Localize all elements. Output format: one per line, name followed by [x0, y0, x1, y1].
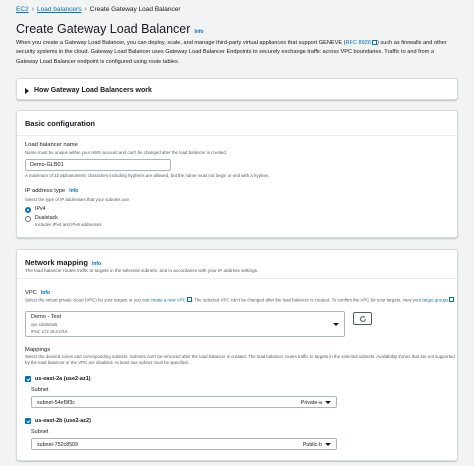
caret-down-icon	[325, 400, 331, 404]
rfc-link[interactable]: RFC 8926	[346, 40, 372, 46]
vpc-label: VPC Info	[25, 290, 50, 296]
subnet-label: Subnet	[31, 429, 49, 435]
radio-dualstack-text: Dualstack Includes IPv4 and IPv6 address…	[35, 215, 103, 227]
vpc-hint-part1: Select the virtual private cloud (VPC) f…	[25, 297, 151, 303]
name-label: Load balancer name	[25, 142, 78, 148]
chevron-right-icon: ›	[31, 5, 34, 13]
radio-dualstack-label: Dualstack	[35, 215, 58, 221]
name-hint: Name must be unique within your AWS acco…	[25, 150, 228, 155]
breadcrumb-current: Create Gateway Load Balancer	[89, 5, 181, 13]
vpc-info-link[interactable]: Info	[41, 290, 50, 296]
ip-type-label-text: IP address type	[25, 188, 66, 194]
vpc-name: Demo - Test	[31, 314, 62, 320]
chevron-right-icon: ›	[84, 5, 87, 13]
zone-checkbox-us-east-2b[interactable]: us-east-2b (use2-az2)	[25, 418, 91, 424]
check-icon[interactable]	[25, 418, 31, 424]
mappings-label: Mappings	[25, 347, 51, 353]
radio-ipv4-label: IPv4	[35, 206, 46, 212]
expand-triangle-icon	[25, 87, 29, 94]
zone-label: us-east-2a (use2-az1)	[35, 376, 91, 382]
basic-config-title: Basic configuration	[25, 119, 95, 128]
radio-ipv4[interactable]: IPv4	[25, 206, 45, 213]
page-description: When you create a Gateway Load Balancer,…	[16, 39, 456, 67]
subnet-label: Subnet	[31, 387, 49, 393]
radio-dualstack-description: Includes IPv4 and IPv6 addresses.	[35, 222, 103, 227]
breadcrumb-load-balancers[interactable]: Load balancers	[37, 6, 81, 13]
radio-dualstack[interactable]: Dualstack Includes IPv4 and IPv6 address…	[25, 215, 103, 227]
network-mapping-title: Network mapping Info	[25, 258, 101, 267]
network-mapping-description: The load balancer routes traffic to targ…	[25, 268, 259, 273]
refresh-icon	[359, 315, 366, 322]
ip-type-info-link[interactable]: Info	[69, 188, 78, 194]
target-groups-link[interactable]: target groups	[422, 298, 448, 303]
check-icon[interactable]	[25, 376, 31, 382]
subnet-tag: Public-b	[302, 441, 322, 448]
vpc-select[interactable]: Demo - Test vpc-cda3e5a5 IPv4: 172.16.0.…	[25, 311, 345, 337]
subnet-tag: Private-a	[300, 399, 322, 406]
divider	[17, 135, 457, 136]
zone-label: us-east-2b (use2-az2)	[35, 418, 91, 424]
basic-config-heading: Basic configuration	[25, 119, 96, 128]
vpc-id: vpc-cda3e5a5	[31, 322, 58, 327]
subnet-id: subnet-752c8509	[37, 441, 78, 448]
breadcrumb: EC2 › Load balancers › Create Gateway Lo…	[16, 4, 181, 14]
network-mapping-panel: Network mapping Info The load balancer r…	[16, 249, 458, 461]
mappings-hint: Select the desired zones and correspondi…	[25, 354, 455, 365]
how-it-works-toggle[interactable]: How Gateway Load Balancers work	[25, 87, 152, 94]
load-balancer-name-input[interactable]: Demo-GLB01	[25, 159, 171, 171]
ip-type-hint: Select the type of IP addresses that you…	[25, 197, 131, 202]
breadcrumb-ec2[interactable]: EC2	[16, 6, 29, 13]
subnet-select-us-east-2a[interactable]: subnet-54ef9f3c Private-a	[31, 396, 337, 408]
subnet-select-us-east-2b[interactable]: subnet-752c8509 Public-b	[31, 438, 337, 450]
external-link-icon	[449, 297, 455, 302]
how-it-works-panel: How Gateway Load Balancers work	[16, 78, 458, 100]
radio-dualstack-circle[interactable]	[25, 215, 31, 222]
vpc-hint: Select the virtual private cloud (VPC) f…	[25, 297, 455, 303]
page-description-part1: When you create a Gateway Load Balancer,…	[16, 40, 346, 46]
page-title: Create Gateway Load Balancer	[16, 22, 191, 36]
create-vpc-link[interactable]: create a new VPC	[150, 298, 185, 303]
network-mapping-info-link[interactable]: Info	[92, 261, 101, 267]
zone-checkbox-us-east-2a[interactable]: us-east-2a (use2-az1)	[25, 376, 91, 382]
divider	[17, 278, 457, 279]
radio-ipv4-selected[interactable]	[25, 206, 31, 213]
vpc-cidr: IPv4: 172.16.0.0/16	[31, 329, 68, 334]
basic-configuration-panel: Basic configuration Load balancer name N…	[16, 110, 458, 238]
caret-down-icon	[325, 442, 331, 446]
vpc-label-text: VPC	[25, 290, 37, 296]
subnet-id: subnet-54ef9f3c	[37, 399, 75, 406]
name-constraint: A maximum of 32 alphanumeric characters …	[25, 173, 270, 178]
refresh-vpc-button[interactable]	[353, 312, 372, 325]
title-info-link[interactable]: Info	[194, 29, 203, 35]
how-it-works-title: How Gateway Load Balancers work	[34, 87, 152, 94]
network-mapping-heading: Network mapping	[25, 258, 88, 267]
caret-down-icon	[333, 322, 339, 326]
ip-type-label: IP address type Info	[25, 188, 78, 194]
page-header: Create Gateway Load Balancer Info	[16, 22, 204, 36]
vpc-hint-part2: . The selected VPC can't be changed afte…	[191, 297, 423, 303]
